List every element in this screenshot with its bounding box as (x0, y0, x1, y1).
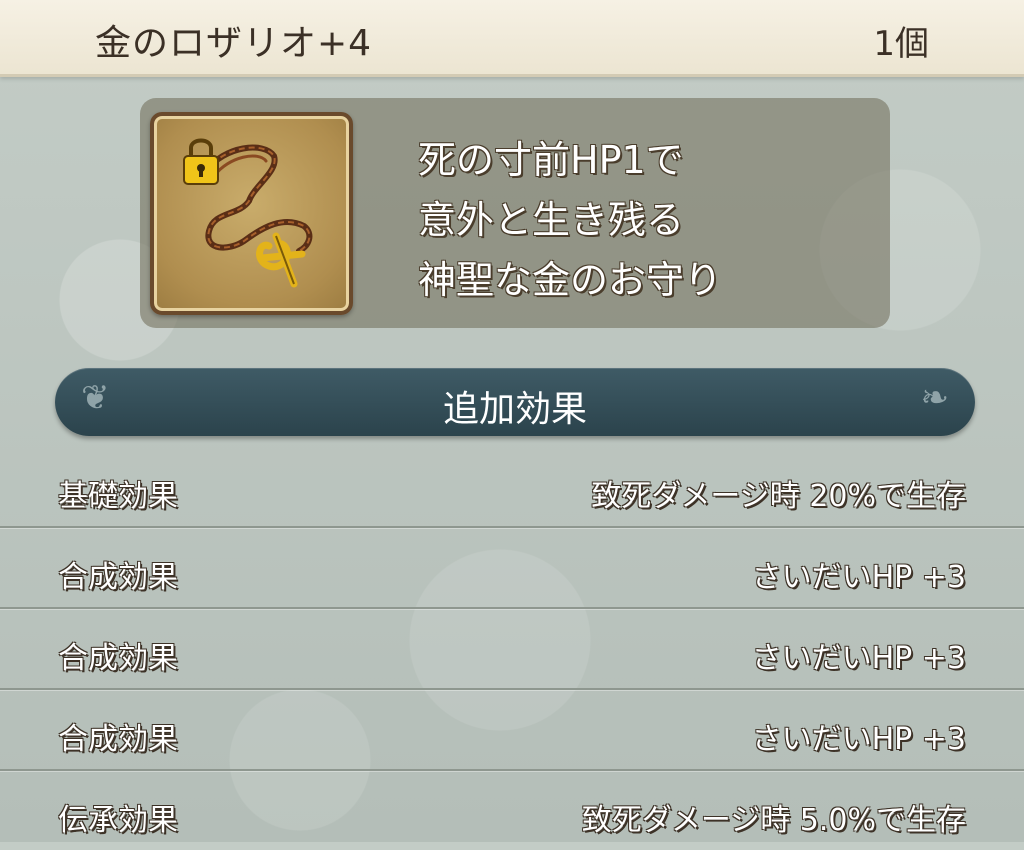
effect-name: 合成効果 (58, 560, 178, 595)
item-header: 金のロザリオ+4 1個 (0, 0, 1024, 77)
golden-rosary-icon (150, 112, 353, 315)
item-description: 死の寸前HP1で 意外と生き残る 神聖な金のお守り (418, 130, 722, 310)
description-line: 意外と生き残る (418, 198, 685, 242)
effect-row: 伝承効果 致死ダメージ時 5.0%で生存 (0, 771, 1024, 850)
effect-row: 合成効果 さいだいHP +3 (0, 609, 1024, 690)
effect-row: 基礎効果 致死ダメージ時 20%で生存 (0, 447, 1024, 528)
effect-row: 合成効果 さいだいHP +3 (0, 690, 1024, 771)
effect-value: さいだいHP +3 (751, 641, 966, 676)
effect-row: 合成効果 さいだいHP +3 (0, 528, 1024, 609)
effect-name: 合成効果 (58, 722, 178, 757)
item-quantity: 1個 (873, 24, 929, 64)
effect-name: 基礎効果 (58, 479, 178, 514)
description-line: 死の寸前HP1で (418, 138, 684, 182)
section-title: 追加効果 (442, 389, 587, 430)
effect-name: 伝承効果 (58, 803, 178, 838)
effect-value: さいだいHP +3 (751, 722, 966, 757)
item-name: 金のロザリオ+4 (95, 23, 373, 64)
additional-effects-header: ❦ 追加効果 ❧ (55, 368, 975, 436)
effect-value: 致死ダメージ時 20%で生存 (591, 479, 966, 514)
ornament-right-icon: ❧ (920, 378, 950, 418)
effect-name: 合成効果 (58, 641, 178, 676)
effect-value: さいだいHP +3 (751, 560, 966, 595)
description-line: 神聖な金のお守り (418, 258, 723, 302)
effect-value: 致死ダメージ時 5.0%で生存 (581, 803, 966, 838)
effects-list: 基礎効果 致死ダメージ時 20%で生存 合成効果 さいだいHP +3 合成効果 … (0, 447, 1024, 850)
